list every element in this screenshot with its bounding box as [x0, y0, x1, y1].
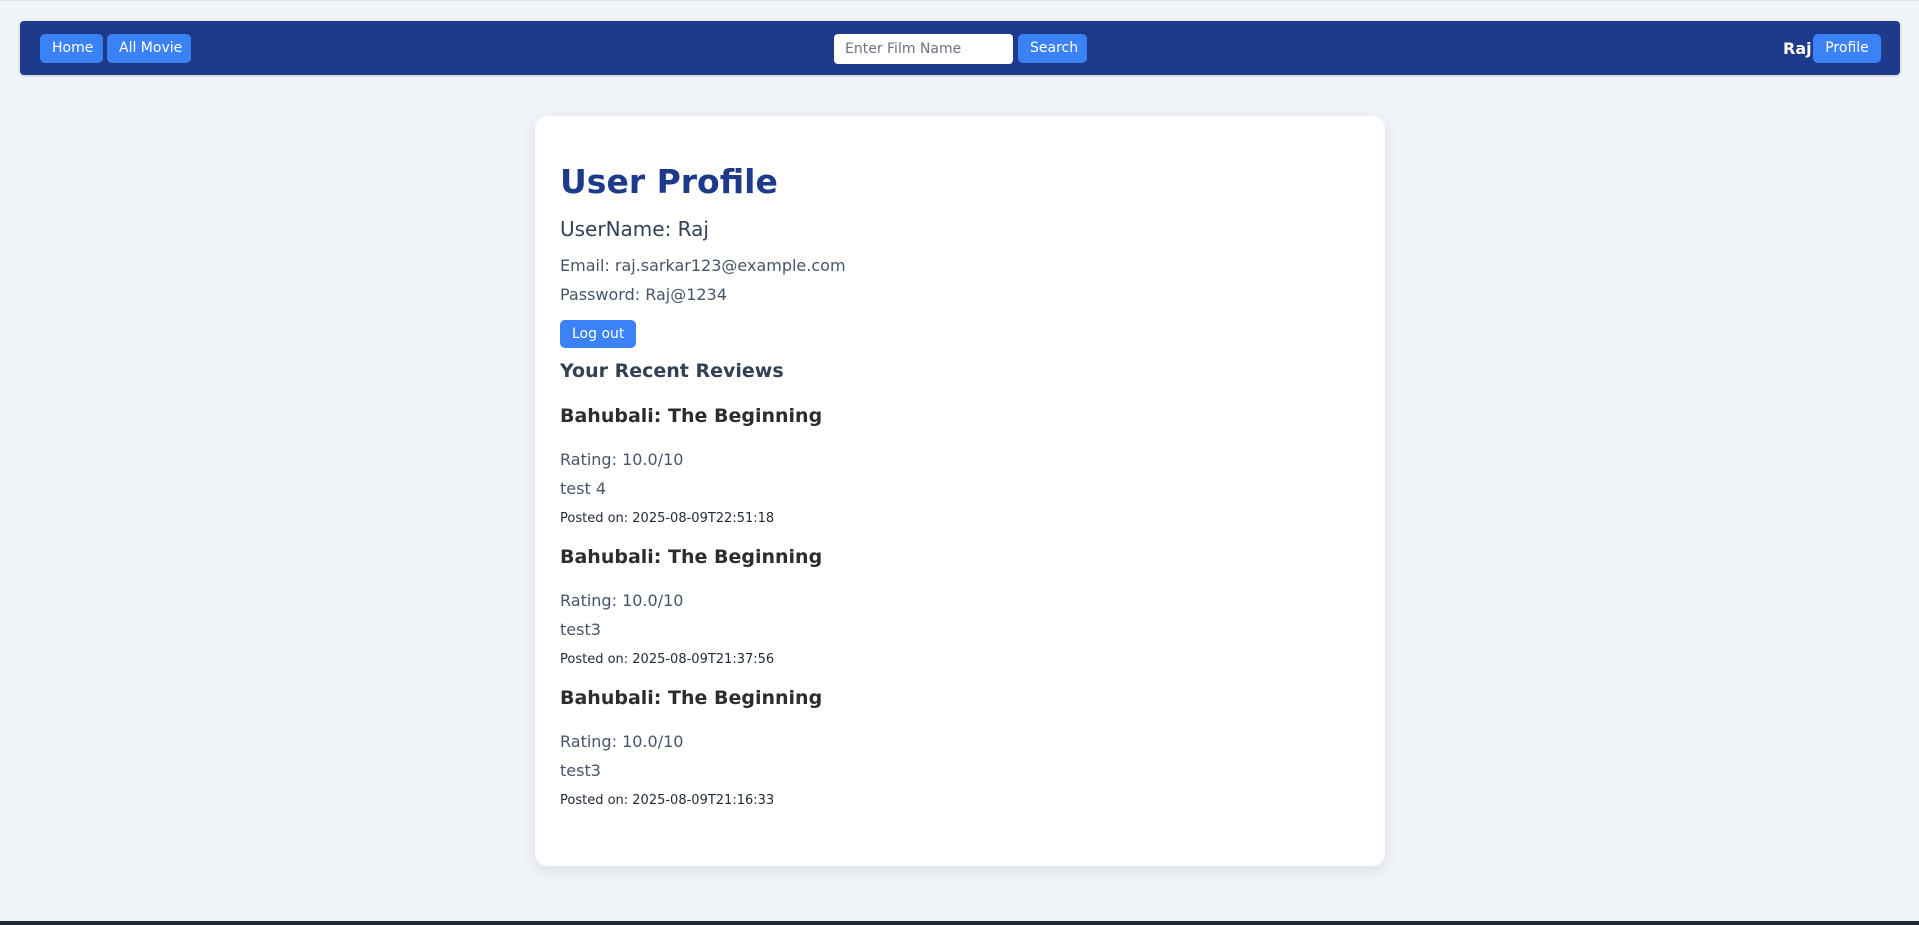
review-rating: Rating: 10.0/10: [560, 450, 684, 469]
nav-username: Raj: [1783, 39, 1812, 58]
all-movie-button[interactable]: All Movie: [107, 34, 191, 63]
film-search-input[interactable]: [834, 34, 1013, 64]
review-rating: Rating: 10.0/10: [560, 591, 684, 610]
window-bottom-edge: [0, 921, 1919, 925]
review-movie-title: Bahubali: The Beginning: [560, 405, 823, 427]
page-title: User Profile: [560, 162, 778, 201]
password-label: Password: Raj@1234: [560, 285, 727, 304]
search-button[interactable]: Search: [1018, 34, 1087, 63]
logout-button[interactable]: Log out: [560, 320, 637, 348]
top-navbar: Home All Movie Search Raj Profile: [20, 21, 1900, 75]
email-label: Email: raj.sarkar123@example.com: [560, 256, 846, 275]
review-item: Bahubali: The Beginning Rating: 10.0/10 …: [560, 545, 1360, 670]
review-item: Bahubali: The Beginning Rating: 10.0/10 …: [560, 686, 1360, 811]
username-label: UserName: Raj: [560, 217, 709, 241]
review-text: test3: [560, 620, 601, 639]
review-posted-date: Posted on: 2025-08-09T21:37:56: [560, 652, 775, 667]
review-movie-title: Bahubali: The Beginning: [560, 687, 823, 709]
review-movie-title: Bahubali: The Beginning: [560, 546, 823, 568]
recent-reviews-heading: Your Recent Reviews: [560, 360, 784, 382]
review-item: Bahubali: The Beginning Rating: 10.0/10 …: [560, 404, 1360, 529]
review-posted-date: Posted on: 2025-08-09T21:16:33: [560, 793, 775, 808]
review-text: test3: [560, 761, 601, 780]
profile-card: User Profile UserName: Raj Email: raj.sa…: [535, 116, 1385, 866]
review-rating: Rating: 10.0/10: [560, 732, 684, 751]
home-button[interactable]: Home: [40, 34, 103, 63]
profile-button[interactable]: Profile: [1813, 34, 1881, 63]
review-text: test 4: [560, 479, 606, 498]
review-posted-date: Posted on: 2025-08-09T22:51:18: [560, 511, 775, 526]
